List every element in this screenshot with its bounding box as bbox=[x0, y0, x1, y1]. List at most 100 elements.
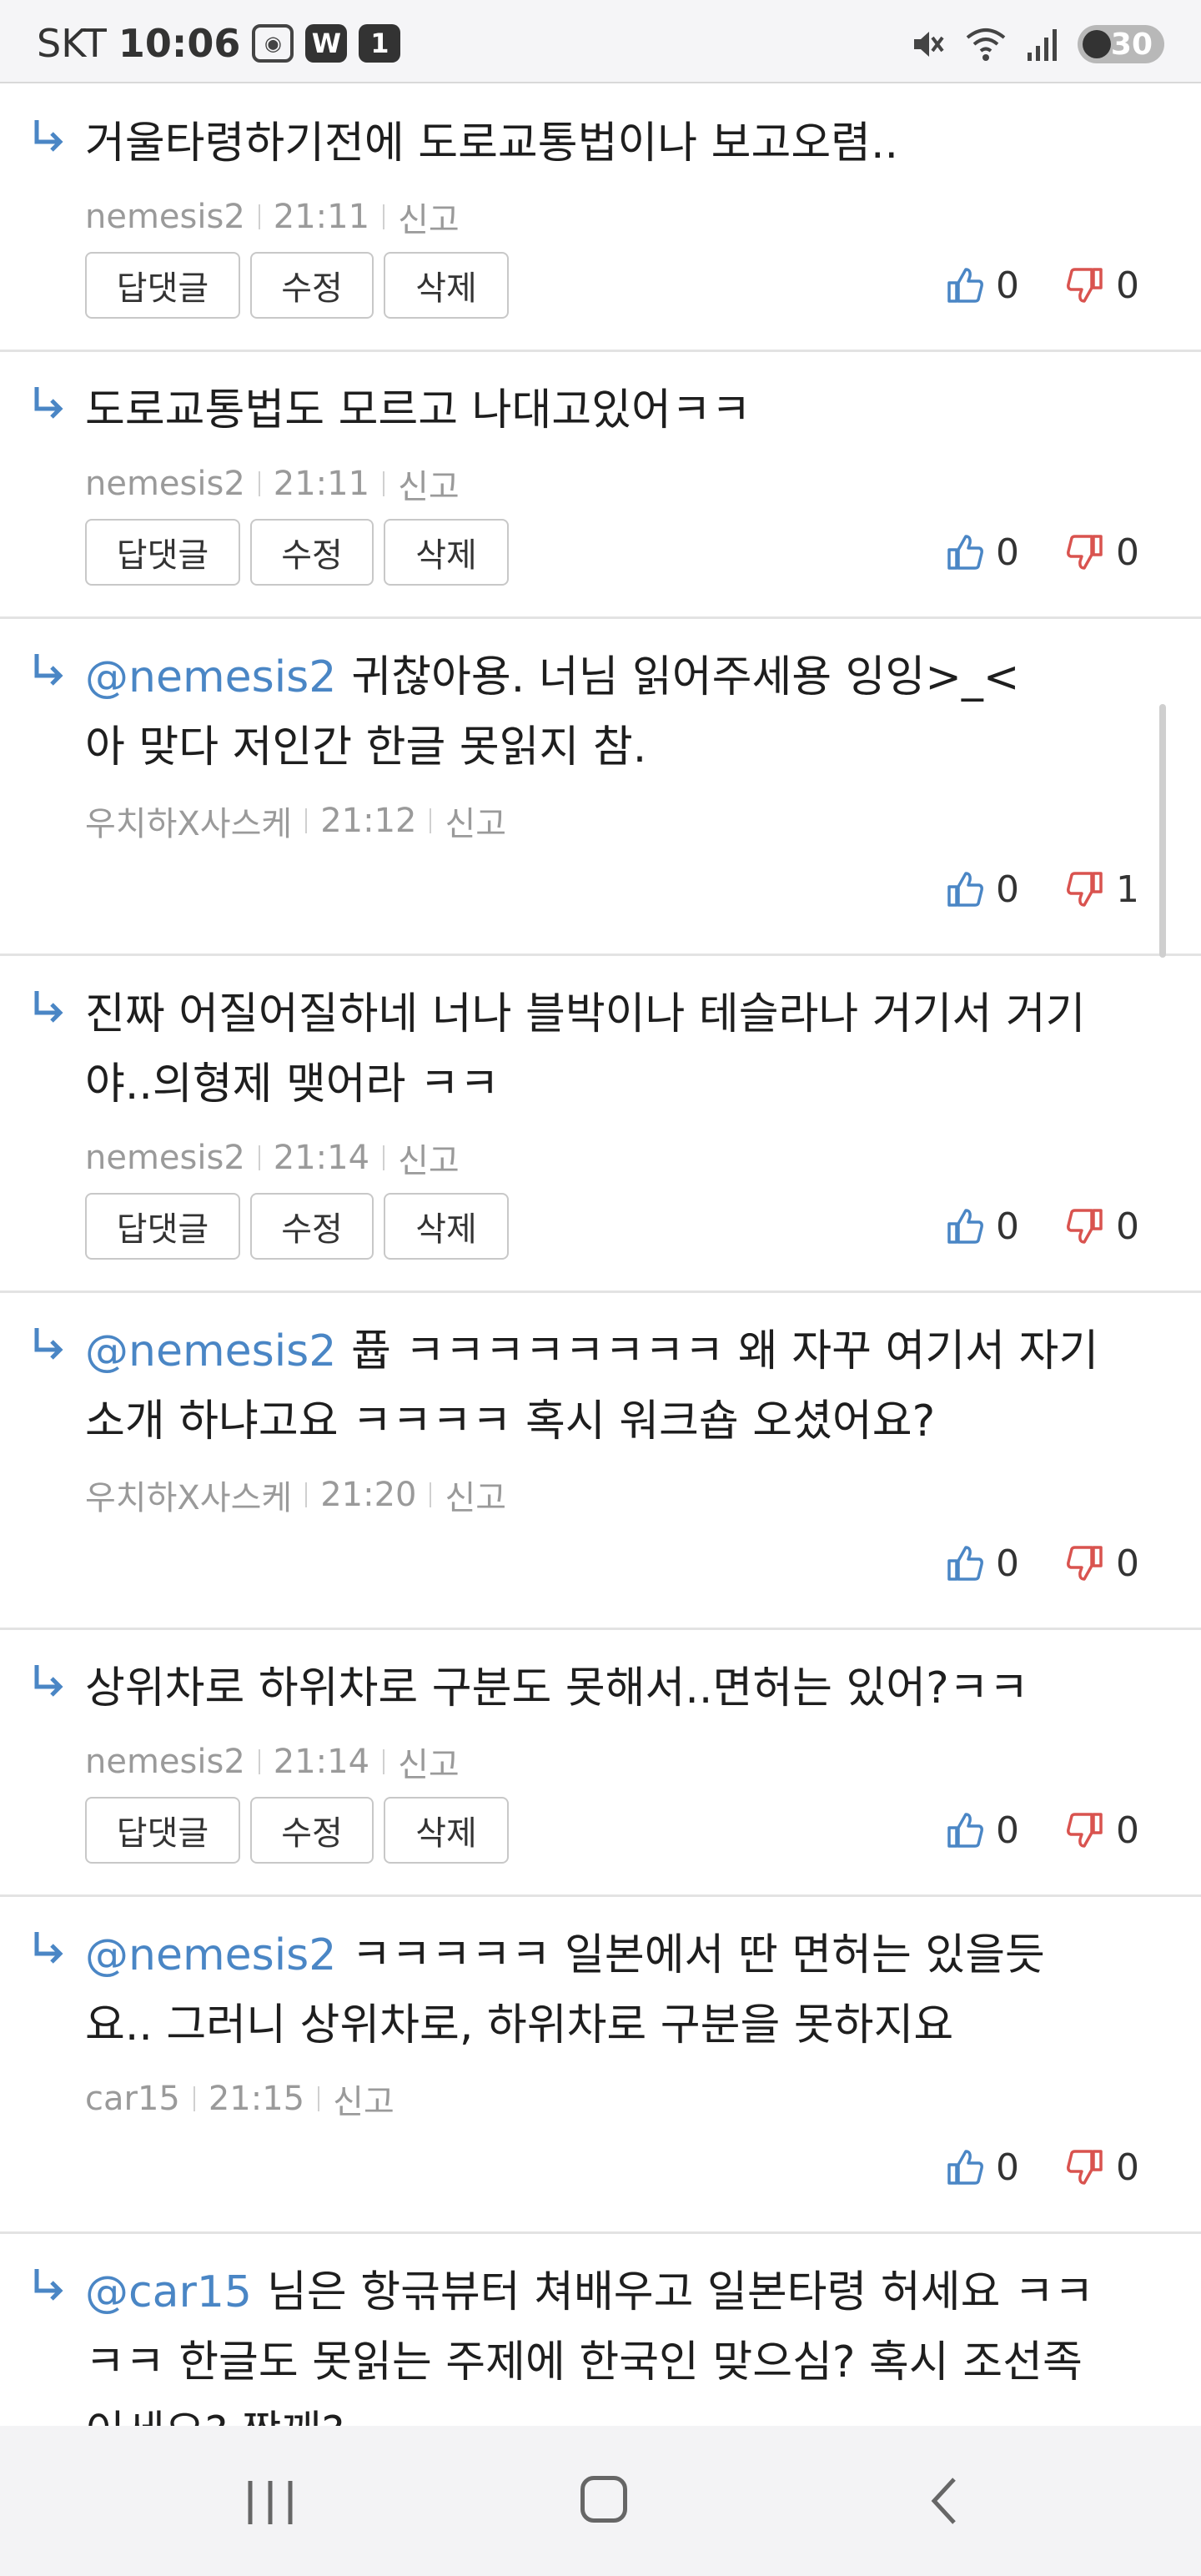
report-link[interactable]: 신고 bbox=[398, 1738, 460, 1786]
comment-list[interactable]: 거울타령하기전에 도로교통법이나 보고오렴.. nemesis2 21:11 신… bbox=[0, 85, 1201, 2426]
comment-meta: nemesis2 21:14 신고 bbox=[85, 1737, 460, 1787]
dislike-count: 0 bbox=[1116, 264, 1139, 307]
thumbs-up-icon bbox=[947, 2150, 983, 2185]
like-count: 0 bbox=[996, 1809, 1019, 1852]
comment-item: 도로교통법도 모르고 나대고있어ㅋㅋ nemesis2 21:11 신고 답댓글… bbox=[0, 352, 1201, 619]
like-button[interactable]: 0 bbox=[946, 1205, 1019, 1248]
comment-text: @nemesis2 퓹 ㅋㅋㅋㅋㅋㅋㅋㅋ 왜 자꾸 여기서 자기 소개 하냐고요 … bbox=[85, 1316, 1168, 1457]
comment-item: @nemesis2 ㅋㅋㅋㅋㅋ 일본에서 딴 면허는 있을듯 요.. 그러니 상위… bbox=[0, 1897, 1201, 2234]
dislike-button[interactable]: 0 bbox=[1066, 264, 1139, 307]
report-link[interactable]: 신고 bbox=[445, 1471, 506, 1519]
mention-link[interactable]: @nemesis2 bbox=[85, 1930, 336, 1980]
comment-line: @car15 님은 항귺뷰터 쳐배우고 일본타령 허세요 ㅋㅋ bbox=[85, 2257, 1168, 2327]
delete-button[interactable]: 삭제 bbox=[384, 1193, 509, 1260]
reply-arrow-icon bbox=[34, 387, 63, 419]
thumbs-up-icon bbox=[947, 268, 983, 303]
author-name[interactable]: nemesis2 bbox=[85, 465, 245, 503]
comment-line-text: 귀찮아용. 너님 읽어주세용 잉잉>_< bbox=[351, 652, 1020, 702]
home-icon[interactable] bbox=[580, 2476, 627, 2523]
author-name[interactable]: nemesis2 bbox=[85, 1139, 245, 1177]
comment-time: 21:12 bbox=[320, 802, 417, 840]
author-name[interactable]: 우치하X사스케 bbox=[85, 797, 292, 845]
signal-icon bbox=[1028, 29, 1057, 61]
report-link[interactable]: 신고 bbox=[333, 2075, 394, 2123]
reply-arrow-icon bbox=[34, 1665, 63, 1697]
comment-text: 도로교통법도 모르고 나대고있어ㅋㅋ bbox=[85, 375, 1168, 445]
like-button[interactable]: 0 bbox=[946, 2146, 1019, 2189]
dislike-button[interactable]: 0 bbox=[1066, 531, 1139, 574]
mention-link[interactable]: @nemesis2 bbox=[85, 652, 336, 702]
recent-apps-icon[interactable] bbox=[244, 2478, 297, 2528]
reply-button[interactable]: 답댓글 bbox=[85, 1193, 240, 1260]
report-link[interactable]: 신고 bbox=[445, 797, 506, 845]
scrollbar-thumb[interactable] bbox=[1159, 704, 1166, 958]
comment-text: @nemesis2 ㅋㅋㅋㅋㅋ 일본에서 딴 면허는 있을듯 요.. 그러니 상위… bbox=[85, 1920, 1168, 2060]
like-button[interactable]: 0 bbox=[946, 264, 1019, 307]
comment-text: 거울타령하기전에 도로교통법이나 보고오렴.. bbox=[85, 108, 1168, 179]
battery-indicator: 30 bbox=[1078, 25, 1164, 63]
reply-arrow-icon bbox=[34, 654, 63, 686]
thumbs-down-icon bbox=[1067, 535, 1103, 570]
comment-line: ㅋㅋ 한글도 못읽는 주제에 한국인 맞으심? 혹시 조선족 bbox=[85, 2337, 1083, 2387]
dislike-count: 0 bbox=[1116, 1809, 1139, 1852]
like-button[interactable]: 0 bbox=[946, 1809, 1019, 1852]
edit-button[interactable]: 수정 bbox=[250, 1193, 374, 1260]
thumbs-up-icon bbox=[947, 1813, 983, 1848]
carrier-label: SKT bbox=[37, 21, 107, 66]
delete-button[interactable]: 삭제 bbox=[384, 519, 509, 586]
reply-button[interactable]: 답댓글 bbox=[85, 1797, 240, 1864]
thumbs-down-icon bbox=[1067, 1546, 1103, 1581]
comment-meta: nemesis2 21:14 신고 bbox=[85, 1133, 460, 1183]
delete-button[interactable]: 삭제 bbox=[384, 252, 509, 319]
comment-line: 소개 하냐고요 ㅋㅋㅋㅋ 혹시 워크숍 오셨어요? bbox=[85, 1396, 936, 1446]
comment-line: @nemesis2 ㅋㅋㅋㅋㅋ 일본에서 딴 면허는 있을듯 bbox=[85, 1920, 1168, 1990]
comment-item: 상위차로 하위차로 구분도 못해서..면허는 있어?ㅋㅋ nemesis2 21… bbox=[0, 1630, 1201, 1897]
comment-meta: nemesis2 21:11 신고 bbox=[85, 459, 460, 509]
screenshot-icon: ◉ bbox=[252, 24, 294, 63]
delete-button[interactable]: 삭제 bbox=[384, 1797, 509, 1864]
dislike-button[interactable]: 0 bbox=[1066, 1205, 1139, 1248]
comment-line: @nemesis2 퓹 ㅋㅋㅋㅋㅋㅋㅋㅋ 왜 자꾸 여기서 자기 bbox=[85, 1316, 1168, 1386]
author-name[interactable]: 우치하X사스케 bbox=[85, 1471, 292, 1519]
comment-line-text: ㅋㅋㅋㅋㅋ 일본에서 딴 면허는 있을듯 bbox=[351, 1930, 1045, 1980]
author-name[interactable]: nemesis2 bbox=[85, 1743, 245, 1781]
dislike-button[interactable]: 0 bbox=[1066, 1809, 1139, 1852]
comment-time: 21:11 bbox=[273, 465, 370, 503]
comment-line: 이세요? 짱깨? bbox=[85, 2397, 1168, 2426]
comment-time: 21:14 bbox=[273, 1743, 370, 1781]
author-name[interactable]: car15 bbox=[85, 2080, 180, 2118]
comment-item: @nemesis2 퓹 ㅋㅋㅋㅋㅋㅋㅋㅋ 왜 자꾸 여기서 자기 소개 하냐고요 … bbox=[0, 1293, 1201, 1630]
reply-button[interactable]: 답댓글 bbox=[85, 519, 240, 586]
edit-button[interactable]: 수정 bbox=[250, 252, 374, 319]
charging-icon bbox=[1083, 30, 1111, 58]
dislike-count: 0 bbox=[1116, 1205, 1139, 1248]
mention-link[interactable]: @car15 bbox=[85, 2267, 252, 2317]
like-button[interactable]: 0 bbox=[946, 531, 1019, 574]
comment-meta: 우치하X사스케 21:20 신고 bbox=[85, 1470, 506, 1520]
reply-arrow-icon bbox=[34, 991, 63, 1023]
comment-meta: nemesis2 21:11 신고 bbox=[85, 192, 460, 242]
dislike-button[interactable]: 0 bbox=[1066, 2146, 1139, 2189]
edit-button[interactable]: 수정 bbox=[250, 519, 374, 586]
report-link[interactable]: 신고 bbox=[398, 460, 460, 508]
thumbs-up-icon bbox=[947, 1209, 983, 1244]
report-link[interactable]: 신고 bbox=[398, 1134, 460, 1182]
edit-button[interactable]: 수정 bbox=[250, 1797, 374, 1864]
like-count: 0 bbox=[996, 531, 1019, 574]
comment-line-text: 퓹 ㅋㅋㅋㅋㅋㅋㅋㅋ 왜 자꾸 여기서 자기 bbox=[351, 1326, 1099, 1376]
dislike-button[interactable]: 0 bbox=[1066, 1542, 1139, 1585]
like-count: 0 bbox=[996, 264, 1019, 307]
comment-line: 도로교통법도 모르고 나대고있어ㅋㅋ bbox=[85, 385, 751, 435]
author-name[interactable]: nemesis2 bbox=[85, 198, 245, 236]
dislike-count: 0 bbox=[1116, 1542, 1139, 1585]
report-link[interactable]: 신고 bbox=[398, 193, 460, 241]
dislike-button[interactable]: 1 bbox=[1066, 868, 1139, 911]
like-button[interactable]: 0 bbox=[946, 1542, 1019, 1585]
reply-button[interactable]: 답댓글 bbox=[85, 252, 240, 319]
dislike-count: 1 bbox=[1116, 868, 1139, 911]
notification-count-icon: 1 bbox=[359, 24, 401, 63]
like-button[interactable]: 0 bbox=[946, 868, 1019, 911]
back-icon[interactable] bbox=[927, 2476, 961, 2526]
mention-link[interactable]: @nemesis2 bbox=[85, 1326, 336, 1376]
like-count: 0 bbox=[996, 1205, 1019, 1248]
